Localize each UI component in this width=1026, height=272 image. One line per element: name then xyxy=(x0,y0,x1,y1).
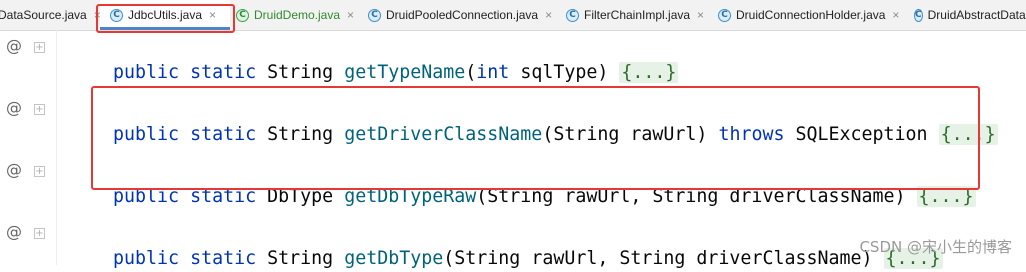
tab-label: DruidDemo.java xyxy=(254,8,341,22)
class-icon: C xyxy=(718,8,731,22)
paren: ( xyxy=(465,62,477,83)
close-icon[interactable]: × xyxy=(347,8,354,22)
return-type: String xyxy=(267,62,334,83)
gutter-separator xyxy=(56,30,57,265)
fold-expand-icon[interactable]: + xyxy=(34,42,45,53)
highlight-box-active-tab xyxy=(96,4,235,33)
watermark: CSDN @宋小生的博客 xyxy=(859,238,1012,256)
param-type: int xyxy=(476,62,510,83)
highlight-box-methods xyxy=(91,86,980,190)
class-icon: C xyxy=(566,8,579,22)
override-marker-icon[interactable]: @ xyxy=(6,222,22,241)
param-name: sqlType) xyxy=(509,62,620,83)
class-icon: C xyxy=(914,8,923,22)
tab-label: DataSource.java xyxy=(0,8,87,22)
class-icon: C xyxy=(368,8,381,22)
fold-expand-icon[interactable]: + xyxy=(34,166,45,177)
close-icon[interactable]: × xyxy=(697,8,704,22)
tab-druidabstractdatasource[interactable]: C DruidAbstractDataSource xyxy=(914,0,1026,30)
tab-label: DruidPooledConnection.java xyxy=(386,8,539,22)
tab-druidpooledconnection[interactable]: C DruidPooledConnection.java × xyxy=(368,0,553,30)
keyword: public xyxy=(113,62,180,83)
tab-label: DruidAbstractDataSource xyxy=(927,8,1026,22)
method-name: getDbType xyxy=(344,248,444,269)
tab-datasource[interactable]: DataSource.java × xyxy=(0,0,101,30)
method-name: getTypeName xyxy=(344,62,466,83)
tab-druidconnectionholder[interactable]: C DruidConnectionHolder.java × xyxy=(718,0,913,30)
keyword: static xyxy=(190,62,257,83)
params: (String rawUrl, String driverClassName) xyxy=(443,248,884,269)
return-type: String xyxy=(267,248,334,269)
tab-filterchainimpl[interactable]: C FilterChainImpl.java × xyxy=(566,0,712,30)
override-marker-icon[interactable]: @ xyxy=(6,36,22,55)
tab-label: FilterChainImpl.java xyxy=(584,8,691,22)
keyword: public xyxy=(113,248,180,269)
close-icon[interactable]: × xyxy=(545,8,552,22)
tab-druiddemo[interactable]: C DruidDemo.java × xyxy=(236,0,361,30)
override-marker-icon[interactable]: @ xyxy=(6,98,22,117)
code-line-gettypename[interactable]: public static String getTypeName(int sql… xyxy=(91,34,679,83)
code-line-getdbtype[interactable]: public static String getDbType(String ra… xyxy=(91,220,943,269)
folded-body[interactable]: {...} xyxy=(619,62,679,83)
override-marker-icon[interactable]: @ xyxy=(6,160,22,179)
keyword: static xyxy=(190,248,257,269)
fold-expand-icon[interactable]: + xyxy=(34,228,45,239)
fold-expand-icon[interactable]: + xyxy=(34,104,45,115)
close-icon[interactable]: × xyxy=(892,8,899,22)
tab-label: DruidConnectionHolder.java xyxy=(736,8,886,22)
class-icon: C xyxy=(236,8,249,22)
